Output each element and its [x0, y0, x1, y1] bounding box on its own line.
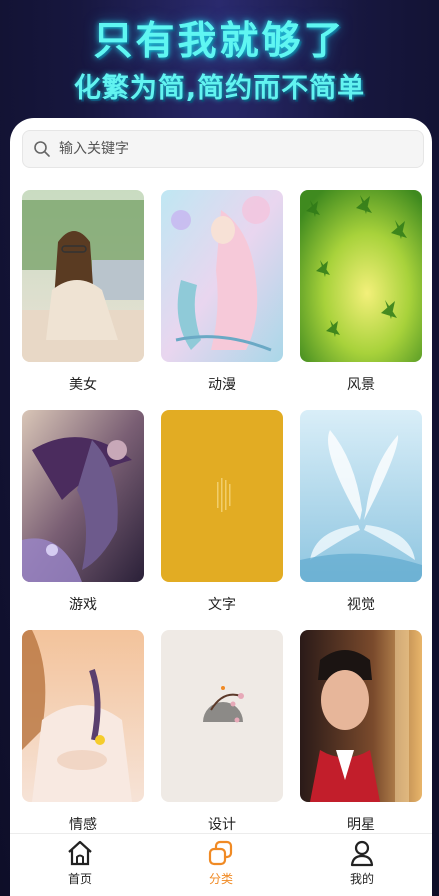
category-thumbnail [161, 190, 283, 362]
app-screen: 美女 动漫 风景 游戏 文字 视觉 情感 设计 明星 输入关键字 首页 分类 我… [10, 118, 432, 896]
profile-icon [350, 840, 374, 867]
category-label: 情感 [69, 817, 97, 833]
category-item-visual[interactable]: 视觉 [300, 410, 422, 614]
category-item-anime[interactable]: 动漫 [161, 190, 283, 394]
category-item-design[interactable]: 设计 [161, 630, 283, 834]
category-icon [208, 840, 233, 866]
category-label: 美女 [69, 377, 97, 393]
category-grid: 美女 动漫 风景 游戏 文字 视觉 情感 设计 明星 [10, 118, 432, 896]
category-label: 风景 [347, 377, 375, 393]
category-label: 动漫 [208, 377, 236, 393]
search-bar [22, 130, 424, 168]
category-thumbnail [300, 410, 422, 582]
category-thumbnail [22, 630, 144, 802]
search-icon [34, 141, 50, 157]
category-item-scenery[interactable]: 风景 [300, 190, 422, 394]
category-item-emotion[interactable]: 情感 [22, 630, 144, 834]
category-label: 游戏 [69, 597, 97, 613]
home-icon [68, 840, 92, 866]
bottom-tab-bar: 首页 分类 我的 [10, 833, 432, 896]
category-item-beauty[interactable]: 美女 [22, 190, 144, 394]
category-label: 文字 [208, 597, 236, 613]
tab-profile[interactable]: 我的 [292, 834, 432, 896]
tab-home[interactable]: 首页 [10, 834, 150, 896]
tab-category-label: 分类 [208, 872, 233, 886]
category-thumbnail [300, 190, 422, 362]
category-thumbnail [22, 410, 144, 582]
search-input[interactable] [57, 140, 401, 158]
category-item-game[interactable]: 游戏 [22, 410, 144, 614]
category-thumbnail [161, 630, 283, 802]
category-label: 视觉 [347, 597, 375, 613]
tab-profile-label: 我的 [349, 872, 374, 886]
category-thumbnail [22, 190, 144, 362]
category-label: 明星 [347, 817, 375, 833]
category-item-star[interactable]: 明星 [300, 630, 422, 834]
category-item-text[interactable]: 文字 [161, 410, 283, 614]
tab-category[interactable]: 分类 [151, 834, 291, 896]
promo-headline: 只有我就够了 [93, 19, 346, 64]
category-label: 设计 [208, 817, 236, 833]
category-thumbnail [161, 410, 283, 582]
category-thumbnail [300, 630, 422, 802]
tab-home-label: 首页 [67, 872, 92, 886]
promo-subheadline: 化繁为简,简约而不简单 [73, 73, 366, 104]
